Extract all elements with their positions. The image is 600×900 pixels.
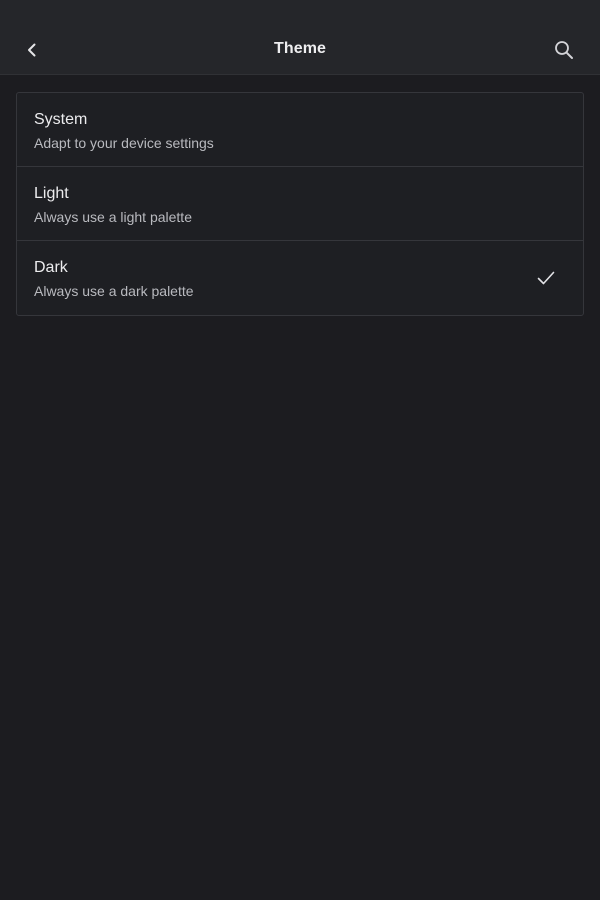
option-description: Always use a light palette (34, 209, 192, 225)
page-title: Theme (273, 40, 327, 57)
search-button[interactable] (546, 32, 582, 68)
check-icon (535, 267, 557, 289)
theme-option-system[interactable]: System Adapt to your device settings (17, 93, 583, 167)
option-description: Always use a dark palette (34, 283, 194, 299)
theme-options-list: System Adapt to your device settings Lig… (16, 92, 584, 316)
option-label: Dark (34, 259, 68, 276)
option-description: Adapt to your device settings (34, 135, 214, 151)
option-label: System (34, 111, 88, 128)
theme-option-dark[interactable]: Dark Always use a dark palette (17, 241, 583, 315)
theme-option-light[interactable]: Light Always use a light palette (17, 167, 583, 241)
app-bar: Theme (0, 0, 600, 75)
search-icon (553, 39, 575, 61)
option-label: Light (34, 185, 69, 202)
